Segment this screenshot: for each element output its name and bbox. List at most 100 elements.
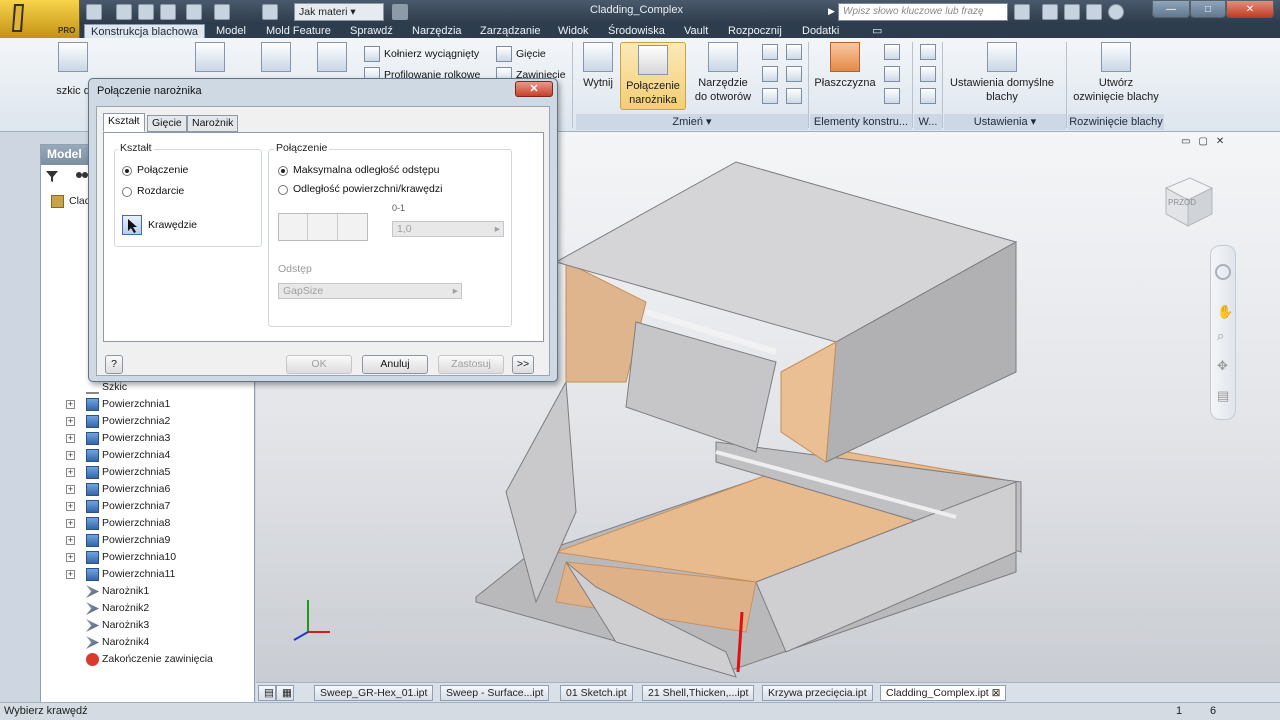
steering-wheel-icon[interactable] [1215, 264, 1231, 280]
home-icon[interactable] [214, 4, 230, 20]
reverse-overlap-icon[interactable] [339, 214, 368, 240]
corner-seam-button[interactable]: Połączenie narożnika [620, 42, 686, 110]
tile-icon[interactable]: ▤ [258, 685, 276, 701]
doc-tab-1[interactable]: Sweep_GR-Hex_01.ipt [314, 685, 434, 701]
tree-item[interactable]: Narożnik4 [41, 634, 251, 651]
add-appearance-icon[interactable] [392, 4, 408, 20]
tab-vault[interactable]: Vault [678, 24, 714, 39]
expand-icon[interactable]: + [66, 417, 75, 426]
contour-flange-button[interactable] [256, 38, 296, 76]
expand-icon[interactable]: + [66, 434, 75, 443]
close-tab-icon[interactable]: ⊠ [992, 687, 1001, 699]
tree-item[interactable]: + Powierzchnia6 [41, 481, 251, 498]
panel-work-features[interactable]: Elementy konstru... [810, 114, 912, 130]
help-button[interactable]: ? [105, 355, 123, 374]
tree-item[interactable]: + Powierzchnia11 [41, 566, 251, 583]
tab-shape[interactable]: Kształt [103, 113, 145, 132]
tab-bend[interactable]: Gięcie [147, 115, 187, 132]
more-button[interactable]: >> [512, 355, 534, 374]
face-button[interactable] [190, 38, 230, 76]
flange-button[interactable]: Kołnierz wyciągnięty [384, 48, 479, 60]
bend-button[interactable]: Gięcie [516, 48, 546, 60]
ok-button[interactable]: OK [286, 355, 352, 374]
search-expand-icon[interactable]: ▶ [828, 6, 835, 17]
rip-icon[interactable] [786, 66, 802, 82]
tab-inspect[interactable]: Sprawdź [344, 24, 399, 39]
undo-icon[interactable] [160, 4, 176, 20]
update-icon[interactable] [262, 4, 278, 20]
doc-tab-active[interactable]: Cladding_Complex.ipt ⊠ [880, 685, 1007, 701]
tab-model[interactable]: Model [210, 24, 252, 39]
expand-icon[interactable]: + [66, 468, 75, 477]
refold-icon[interactable] [786, 88, 802, 104]
tree-item[interactable]: Narożnik3 [41, 617, 251, 634]
doc-tab-5[interactable]: Krzywa przecięcia.ipt [762, 685, 873, 701]
tab-mold-feature[interactable]: Mold Feature [260, 24, 337, 39]
mirror-icon[interactable] [920, 88, 936, 104]
ribbon-options-icon[interactable]: ▭ [866, 24, 888, 39]
pattern-circ-icon[interactable] [920, 66, 936, 82]
gap-field[interactable]: GapSize ▸ [278, 283, 462, 299]
new-file-icon[interactable] [86, 4, 102, 20]
dialog-close-button[interactable]: ✕ [515, 81, 553, 97]
tree-item[interactable]: + Powierzchnia9 [41, 532, 251, 549]
close-button[interactable]: ✕ [1226, 0, 1274, 18]
info-center-icon[interactable] [1014, 4, 1030, 20]
expand-icon[interactable]: + [66, 485, 75, 494]
axis-icon[interactable] [884, 44, 900, 60]
corner-chamfer-icon[interactable] [786, 44, 802, 60]
radio-rip[interactable] [122, 187, 132, 197]
tab-manage[interactable]: Zarządzanie [474, 24, 547, 39]
expand-icon[interactable]: + [66, 553, 75, 562]
tree-item[interactable]: + Powierzchnia8 [41, 515, 251, 532]
expand-icon[interactable]: + [66, 536, 75, 545]
tree-item[interactable]: + Powierzchnia1 [41, 396, 251, 413]
sheet-metal-defaults-button[interactable]: Ustawienia domyślne blachy [946, 38, 1058, 104]
doc-tab-4[interactable]: 21 Shell,Thicken,...ipt [642, 685, 755, 701]
corner-round-icon[interactable] [762, 44, 778, 60]
viewcube[interactable]: PRZÓD [1160, 172, 1216, 228]
expand-icon[interactable]: + [66, 519, 75, 528]
radio-max-gap[interactable] [278, 166, 288, 176]
communication-icon[interactable] [1064, 4, 1080, 20]
panel-w[interactable]: W... [914, 114, 942, 130]
tree-item[interactable]: + Powierzchnia4 [41, 447, 251, 464]
hem-icon[interactable] [762, 66, 778, 82]
symmetric-gap-icon[interactable] [279, 214, 308, 240]
app-logo[interactable]: PRO [0, 0, 80, 38]
tree-item[interactable]: + Powierzchnia10 [41, 549, 251, 566]
tab-tools[interactable]: Narzędzia [406, 24, 468, 39]
cancel-button[interactable]: Anuluj [362, 355, 428, 374]
distance-field[interactable]: 1,0 ▸ [392, 221, 504, 237]
cascade-icon[interactable]: ▦ [276, 685, 294, 701]
panel-settings[interactable]: Ustawienia ▾ [944, 114, 1066, 130]
overlap-icon[interactable] [309, 214, 338, 240]
tree-item[interactable]: Zakończenie zawinięcia [41, 651, 251, 668]
tab-sheet-metal[interactable]: Konstrukcja blachowa [84, 24, 206, 39]
panel-modify[interactable]: Zmień ▾ [576, 114, 808, 130]
open-icon[interactable] [116, 4, 132, 20]
tree-item[interactable]: + Powierzchnia2 [41, 413, 251, 430]
doc-tab-3[interactable]: 01 Sketch.ipt [560, 685, 633, 701]
cut-button[interactable]: Wytnij [578, 38, 618, 90]
panel-flat-pattern[interactable]: Rozwinięcie blachy [1068, 114, 1164, 130]
redo-icon[interactable] [186, 4, 202, 20]
search-input[interactable]: Wpisz słowo kluczowe lub frazę [838, 3, 1008, 21]
radio-seam[interactable] [122, 166, 132, 176]
unfold-icon[interactable] [762, 88, 778, 104]
tree-item[interactable]: Narożnik1 [41, 583, 251, 600]
material-select[interactable]: Jak materi ▾ [294, 3, 384, 21]
radio-face-edge[interactable] [278, 185, 288, 195]
plane-button[interactable]: Płaszczyzna [812, 38, 878, 90]
ucs-icon[interactable] [884, 88, 900, 104]
expand-icon[interactable]: + [66, 570, 75, 579]
navigation-bar[interactable]: ✋ ⌕ ✥ ▤ [1210, 245, 1236, 420]
help-icon[interactable] [1108, 4, 1124, 20]
tab-environments[interactable]: Środowiska [602, 24, 671, 39]
lofted-flange-button[interactable] [312, 38, 352, 76]
tab-corner[interactable]: Narożnik [187, 115, 239, 132]
save-icon[interactable] [138, 4, 154, 20]
expand-icon[interactable]: + [66, 400, 75, 409]
tree-item[interactable]: Narożnik2 [41, 600, 251, 617]
apply-button[interactable]: Zastosuj [438, 355, 504, 374]
